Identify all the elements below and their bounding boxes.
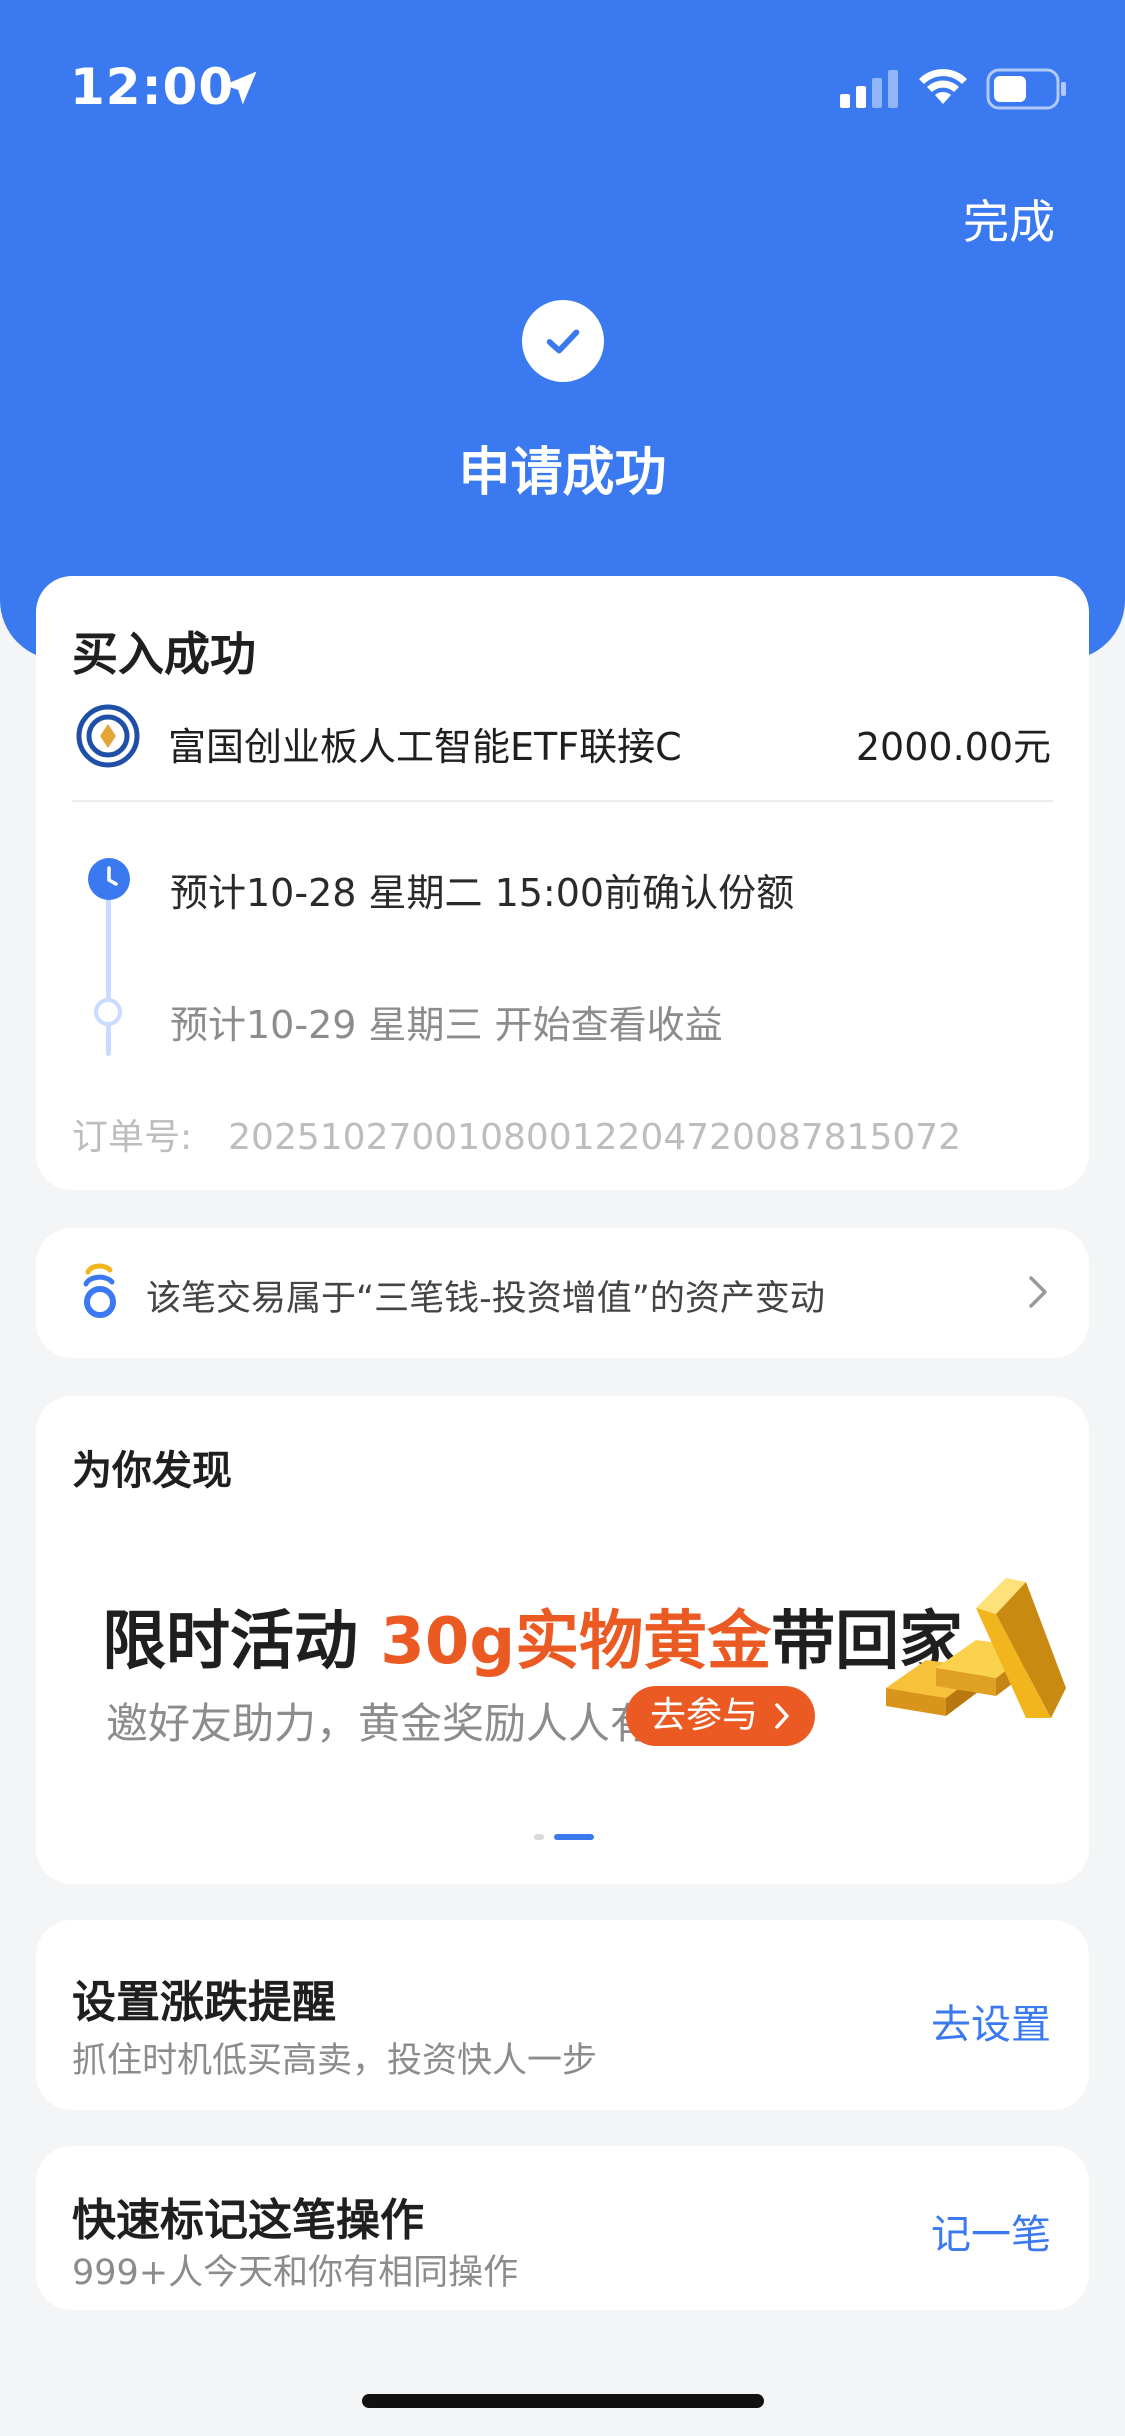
quick-mark-card: 快速标记这笔操作 999+人今天和你有相同操作 记一笔 — [36, 2146, 1089, 2310]
fund-name[interactable]: 富国创业板人工智能ETF联接C — [168, 716, 682, 771]
timeline-dot-icon — [94, 998, 122, 1026]
carousel-indicator — [534, 1832, 604, 1842]
banner-subtitle: 邀好友助力，黄金奖励人人有 — [106, 1699, 653, 1748]
purchase-card: 买入成功 富国创业板人工智能ETF联接C 2000.00元 预计10-28 星期… — [36, 576, 1089, 1190]
discover-title: 为你发现 — [72, 1448, 232, 1494]
cellular-signal-icon — [840, 70, 898, 108]
success-check-icon — [522, 300, 604, 382]
purchase-amount: 2000.00元 — [855, 725, 1051, 769]
price-alert-title: 设置涨跌提醒 — [72, 1977, 336, 2028]
join-button[interactable]: 去参与 — [626, 1686, 816, 1746]
chevron-right-icon — [1029, 1276, 1047, 1308]
gold-bars-icon — [886, 1578, 1066, 1718]
carousel-dot-active[interactable] — [554, 1834, 594, 1840]
banner-headline: 限时活动 30g实物黄金带回家 — [102, 1590, 963, 1682]
asset-change-link[interactable]: 该笔交易属于“三笔钱-投资增值”的资产变动 — [36, 1228, 1089, 1358]
status-bar: 12:00 — [0, 0, 1125, 140]
chevron-right-icon — [775, 1703, 790, 1729]
discover-card: 为你发现 限时活动 30g实物黄金带回家 邀好友助力，黄金奖励人人有 去参与 — [36, 1396, 1089, 1884]
timeline-connector — [106, 896, 111, 1056]
clock-icon — [88, 858, 130, 900]
asset-change-text: 该笔交易属于“三笔钱-投资增值”的资产变动 — [146, 1279, 825, 1319]
order-number: 2025102700108001220472008781507​2 — [228, 1117, 962, 1158]
page-title: 申请成功 — [458, 443, 667, 503]
carousel-dot[interactable] — [534, 1834, 544, 1840]
order-number-label: 订单号: — [72, 1117, 193, 1158]
mark-note-button[interactable]: 记一笔 — [931, 2202, 1051, 2260]
gold-promo-banner[interactable]: 限时活动 30g实物黄金带回家 邀好友助力，黄金奖励人人有 去参与 — [66, 1546, 1066, 1766]
timeline-step-confirm: 预计10-28 星期二 15:00前确认份额 — [170, 871, 795, 915]
timeline-step-earnings: 预计10-29 星期三 开始查看收益 — [170, 1003, 723, 1047]
status-time: 12:00 — [70, 58, 235, 116]
divider — [72, 800, 1053, 802]
battery-icon — [986, 68, 1066, 110]
banner-headline-highlight: 30g实物黄金 — [380, 1605, 772, 1679]
purchase-status-title: 买入成功 — [72, 627, 256, 681]
order-number-row: 订单号: 2025102700108001220472008781507​2 — [72, 1108, 961, 1160]
three-coins-icon — [83, 1263, 116, 1318]
quick-mark-subtitle: 999+人今天和你有相同操作 — [72, 2253, 519, 2293]
price-alert-subtitle: 抓住时机低买高卖，投资快人一步 — [72, 2041, 598, 2081]
fund-company-logo-icon — [76, 704, 140, 768]
banner-headline-prefix: 限时活动 — [102, 1605, 381, 1679]
location-arrow-icon — [223, 71, 257, 105]
quick-mark-title: 快速标记这笔操作 — [72, 2195, 424, 2246]
join-button-label: 去参与 — [650, 1695, 759, 1736]
done-button[interactable]: 完成 — [963, 186, 1055, 252]
set-alert-button[interactable]: 去设置 — [931, 1992, 1051, 2050]
wifi-icon — [919, 69, 967, 104]
price-alert-card: 设置涨跌提醒 抓住时机低买高卖，投资快人一步 去设置 — [36, 1920, 1089, 2110]
home-indicator[interactable] — [362, 2394, 764, 2408]
